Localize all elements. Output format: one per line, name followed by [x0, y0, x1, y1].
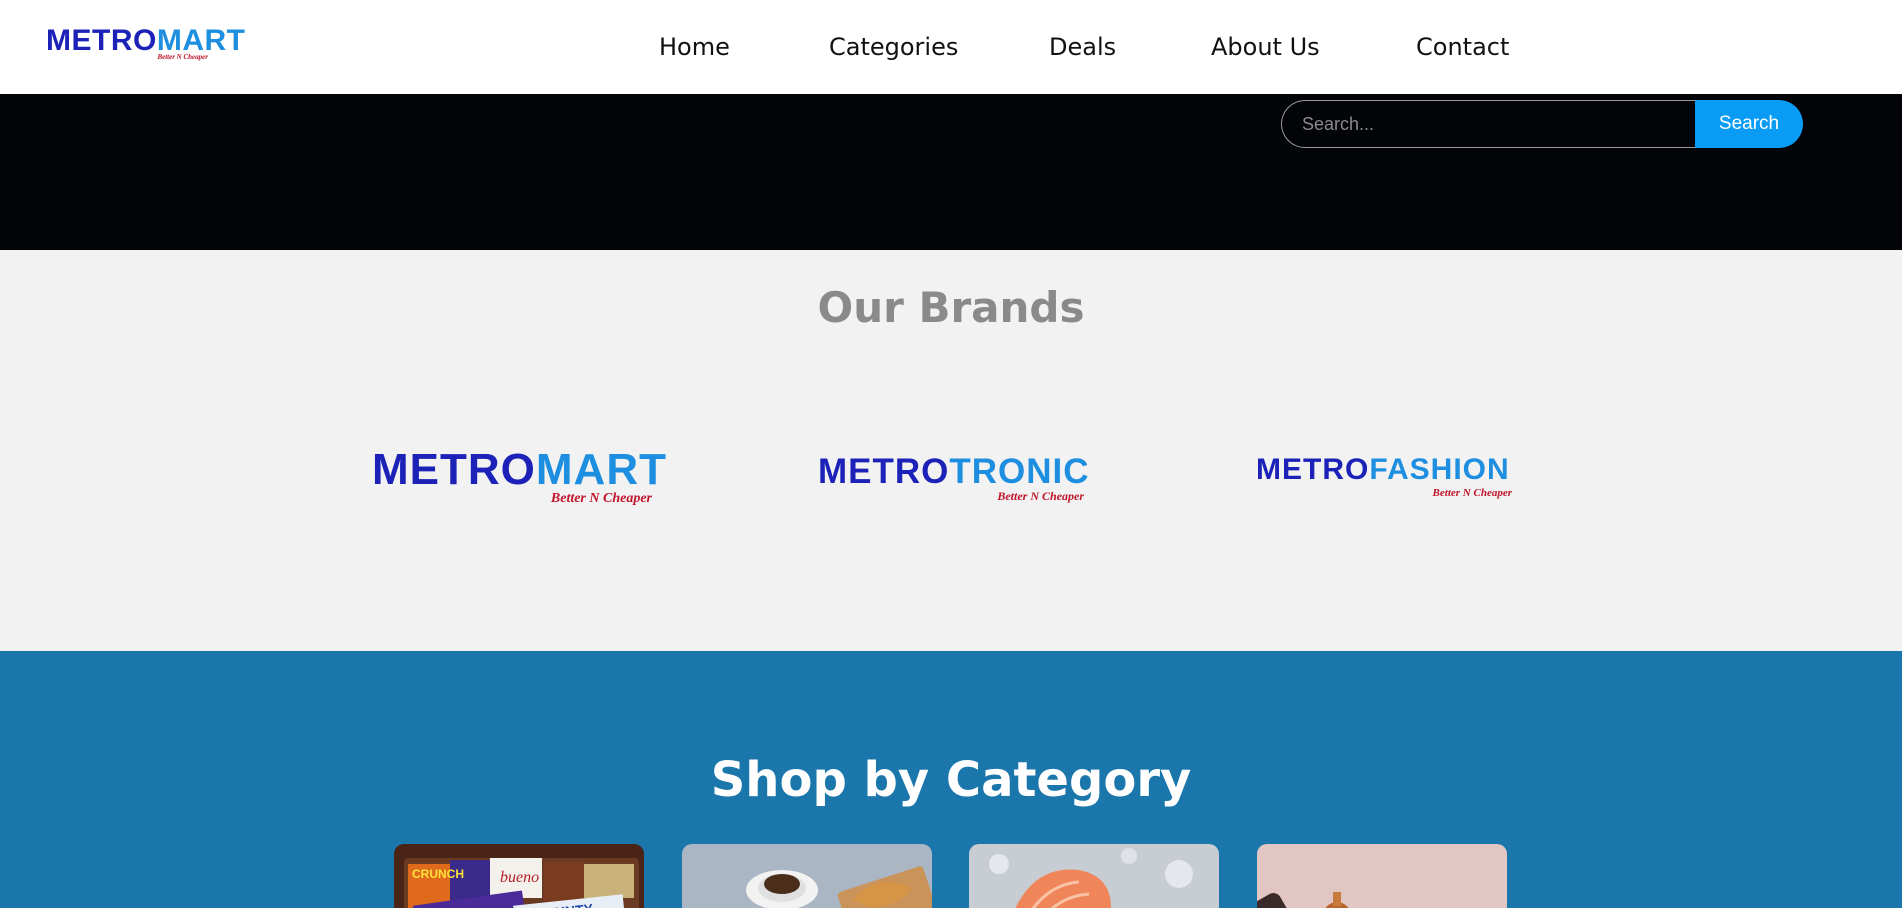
category-card-beauty[interactable] — [1257, 844, 1507, 908]
cosmetics-bottle-image — [1257, 844, 1507, 908]
brands-title: Our Brands — [817, 283, 1085, 332]
category-card-breakfast[interactable] — [682, 844, 932, 908]
nav-about-us[interactable]: About Us — [1211, 30, 1320, 64]
brand-tagline: Better N Cheaper — [1432, 487, 1512, 499]
search-input[interactable] — [1281, 100, 1696, 148]
brand-part-fashion: FASHION — [1369, 453, 1510, 486]
brand-part-mart: MART — [535, 445, 667, 494]
category-card-snacks[interactable]: bueno BOUNTY CRUNCH — [394, 844, 644, 908]
brand-part-metro: METRO — [372, 445, 536, 494]
brand-wordmark: METROMART — [372, 445, 666, 494]
brand-tagline: Better N Cheaper — [550, 491, 652, 506]
brand-metrotronic[interactable]: METROTRONIC Better N Cheaper — [818, 453, 1090, 505]
category-title: Shop by Category — [710, 752, 1192, 808]
brand-part-metro: METRO — [1256, 453, 1370, 486]
chocolate-bars-image: bueno BOUNTY CRUNCH — [394, 844, 644, 908]
svg-text:bueno: bueno — [500, 869, 539, 886]
brand-tagline: Better N Cheaper — [997, 489, 1084, 503]
salmon-fish-image — [969, 844, 1219, 908]
brand-part-metro: METRO — [818, 452, 950, 491]
search-button[interactable]: Search — [1695, 100, 1803, 148]
brand-metromart[interactable]: METROMART Better N Cheaper — [372, 445, 666, 507]
brand-metrofashion[interactable]: METROFASHION Better N Cheaper — [1256, 453, 1518, 503]
svg-text:CRUNCH: CRUNCH — [412, 867, 464, 881]
coffee-pastry-image — [682, 844, 932, 908]
nav-home[interactable]: Home — [659, 30, 730, 64]
site-header: METROMART Better N Cheaper Home Categori… — [0, 0, 1902, 94]
main-nav: Home Categories Deals About Us Contact — [0, 30, 1902, 64]
brand-wordmark: METROTRONIC — [818, 453, 1090, 491]
brand-part-tronic: TRONIC — [949, 452, 1090, 491]
category-section: Shop by Category — [0, 651, 1902, 908]
nav-categories[interactable]: Categories — [829, 30, 958, 64]
nav-deals[interactable]: Deals — [1049, 30, 1116, 64]
brands-section: Our Brands METROMART Better N Cheaper ME… — [0, 250, 1902, 651]
nav-contact[interactable]: Contact — [1416, 30, 1509, 64]
category-card-seafood[interactable] — [969, 844, 1219, 908]
brand-wordmark: METROFASHION — [1256, 453, 1518, 487]
